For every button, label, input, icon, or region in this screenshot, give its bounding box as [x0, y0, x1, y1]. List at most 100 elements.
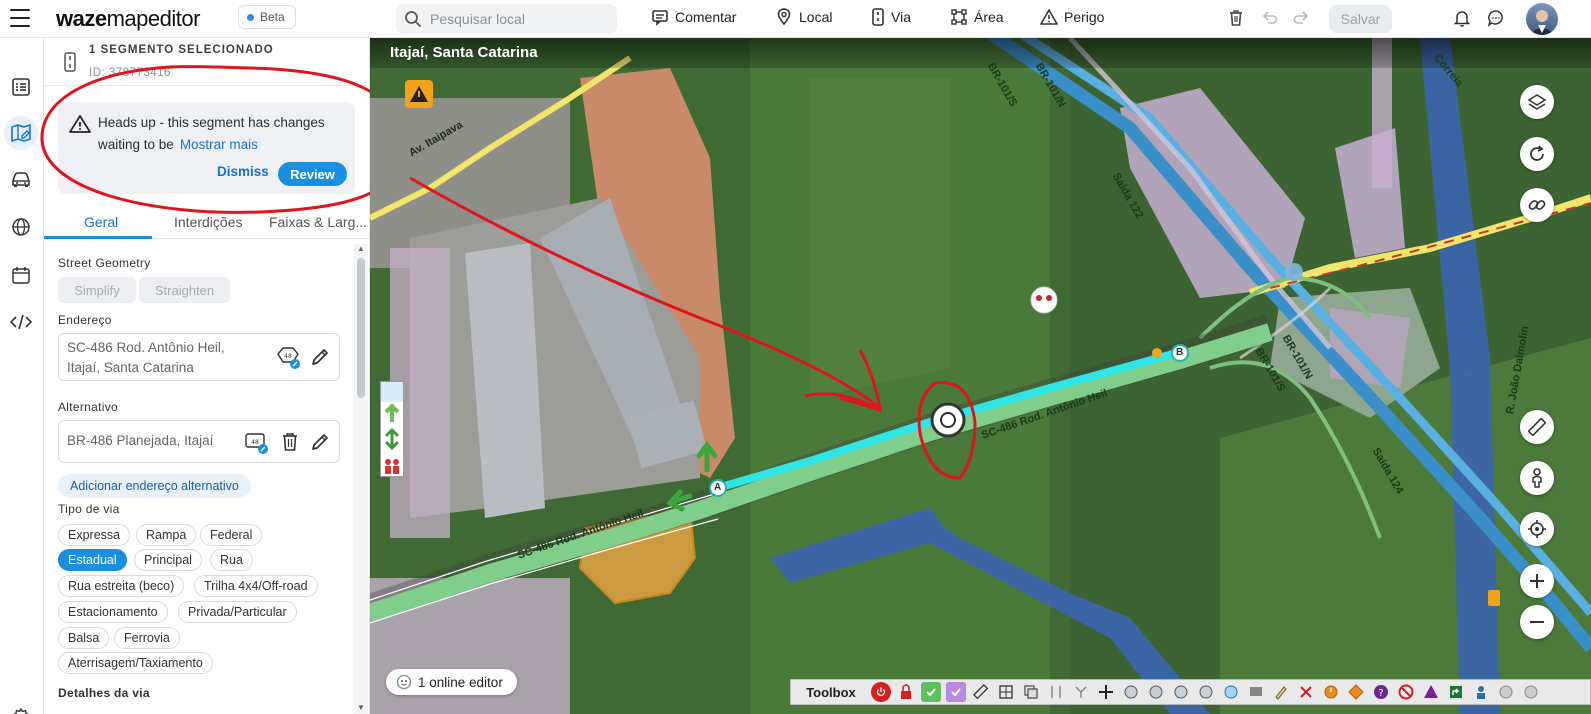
- warning-tool-icon[interactable]: [1421, 682, 1441, 702]
- road-type-chip[interactable]: Ferrovia: [114, 627, 180, 649]
- tab-general[interactable]: Geral: [84, 214, 118, 230]
- locate-me-button[interactable]: [1520, 512, 1554, 546]
- check-green-icon[interactable]: [921, 682, 941, 702]
- rail-item-drives[interactable]: [4, 162, 38, 196]
- power-icon[interactable]: [871, 682, 891, 702]
- user-avatar[interactable]: [1526, 3, 1558, 35]
- toolbox-bar: Toolbox ?: [790, 679, 1591, 705]
- search-input[interactable]: [430, 11, 610, 27]
- search-box[interactable]: [396, 4, 617, 34]
- rail-item-areas[interactable]: [4, 210, 38, 244]
- straighten-button[interactable]: Straighten: [139, 277, 230, 303]
- panel-scrollbar[interactable]: ▲ ▼: [354, 244, 368, 714]
- scroll-up-icon[interactable]: ▲: [357, 244, 365, 253]
- review-button[interactable]: Review: [278, 162, 347, 186]
- rail-item-events[interactable]: [4, 258, 38, 292]
- alt-shield-button[interactable]: 48: [244, 430, 268, 454]
- simplify-button[interactable]: Simplify: [58, 277, 136, 303]
- lock-icon[interactable]: [896, 682, 916, 702]
- no-entry-tool-icon[interactable]: [1396, 682, 1416, 702]
- notifications-button[interactable]: [1452, 8, 1472, 28]
- street-view-button[interactable]: [1520, 461, 1554, 495]
- undo-button[interactable]: [1259, 8, 1279, 28]
- check-purple-icon[interactable]: [946, 682, 966, 702]
- grid-tool-icon[interactable]: [996, 682, 1016, 702]
- show-more-link[interactable]: Mostrar mais: [180, 137, 258, 152]
- road-type-chip[interactable]: Rua: [210, 549, 253, 571]
- cross-tool-icon[interactable]: [1296, 682, 1316, 702]
- permalink-button[interactable]: [1520, 188, 1554, 222]
- comment-icon: [652, 10, 668, 26]
- fork-tool-icon[interactable]: [1071, 682, 1091, 702]
- road-type-chip[interactable]: Federal: [200, 524, 263, 546]
- beta-badge[interactable]: Beta: [238, 5, 296, 29]
- road-type-chip[interactable]: Privada/Particular: [178, 601, 297, 623]
- edit-address-button[interactable]: [308, 345, 332, 369]
- rail-item-scripts[interactable]: [4, 305, 38, 339]
- refresh-button[interactable]: [1520, 137, 1554, 171]
- trash-icon: [1230, 10, 1242, 26]
- measure-button[interactable]: [1520, 410, 1554, 444]
- map-canvas[interactable]: Itajaí, Santa Catarina SC-486 Rod. Antôn…: [370, 38, 1591, 714]
- delete-alt-button[interactable]: [278, 430, 302, 454]
- tab-closures[interactable]: Interdições: [174, 214, 242, 230]
- satellite-map[interactable]: [370, 38, 1591, 714]
- dismiss-button[interactable]: Dismiss: [217, 164, 269, 179]
- brush-tool-icon[interactable]: [1271, 682, 1291, 702]
- overflow-tool-2-icon[interactable]: [1521, 682, 1541, 702]
- rail-item-edit-map[interactable]: [4, 116, 38, 150]
- road-type-chip[interactable]: Aterrisagem/Taxiamento: [58, 652, 213, 674]
- road-type-chip[interactable]: Balsa: [58, 627, 110, 649]
- chat-button[interactable]: [1486, 8, 1506, 28]
- address-field[interactable]: SC-486 Rod. Antônio Heil, Itajaí, Santa …: [58, 333, 340, 381]
- area-button[interactable]: Área: [950, 8, 1004, 26]
- road-type-chip[interactable]: Trilha 4x4/Off-road: [194, 575, 318, 597]
- place-button[interactable]: Local: [775, 8, 832, 26]
- comment-button[interactable]: Comentar: [651, 8, 736, 26]
- hazard-button[interactable]: Perigo: [1040, 8, 1104, 26]
- question-tool-icon[interactable]: ?: [1371, 682, 1391, 702]
- road-type-chip[interactable]: Rampa: [136, 524, 197, 546]
- segment-direction-panel[interactable]: [380, 381, 404, 477]
- circle-tool-5-icon[interactable]: [1221, 682, 1241, 702]
- edit-alt-button[interactable]: [308, 430, 332, 454]
- menu-icon[interactable]: [10, 9, 30, 27]
- scrollbar-thumb[interactable]: [357, 258, 365, 398]
- road-type-chip-selected[interactable]: Estadual: [58, 549, 127, 571]
- circle-tool-icon[interactable]: [1121, 682, 1141, 702]
- turn-tool-icon[interactable]: [1446, 682, 1466, 702]
- alternative-name-field[interactable]: BR-486 Planejada, Itajaí 48: [58, 420, 340, 463]
- add-alternative-address-button[interactable]: Adicionar endereço alternativo: [58, 474, 251, 498]
- circle-tool-4-icon[interactable]: [1196, 682, 1216, 702]
- road-type-chip[interactable]: Rua estreita (beco): [58, 575, 185, 597]
- clock-tool-icon[interactable]: [1321, 682, 1341, 702]
- map-location-bar: Itajaí, Santa Catarina: [370, 38, 1591, 68]
- layers-button[interactable]: [1520, 85, 1554, 119]
- zoom-out-button[interactable]: [1520, 605, 1554, 639]
- rail-item-feed[interactable]: [4, 70, 38, 104]
- road-type-chip[interactable]: Expressa: [58, 524, 131, 546]
- zoom-in-button[interactable]: [1520, 564, 1554, 598]
- redo-button[interactable]: [1292, 8, 1312, 28]
- overflow-tool-icon[interactable]: [1496, 682, 1516, 702]
- save-button[interactable]: Salvar: [1329, 5, 1392, 33]
- road-type-chip[interactable]: Estacionamento: [58, 601, 168, 623]
- chat-tool-icon[interactable]: [1246, 682, 1266, 702]
- move-tool-icon[interactable]: [1096, 682, 1116, 702]
- route-shield-button[interactable]: 48: [276, 345, 300, 369]
- delete-button[interactable]: [1226, 8, 1246, 28]
- sign-tool-icon[interactable]: [1346, 682, 1366, 702]
- settings-button[interactable]: [10, 707, 32, 714]
- road-button[interactable]: Via: [871, 8, 911, 26]
- split-tool-icon[interactable]: [1046, 682, 1066, 702]
- road-type-chip[interactable]: Principal: [134, 549, 202, 571]
- circle-tool-3-icon[interactable]: [1171, 682, 1191, 702]
- copy-tool-icon[interactable]: [1021, 682, 1041, 702]
- scroll-down-icon[interactable]: ▼: [357, 703, 365, 712]
- tab-lanes[interactable]: Faixas & Larg...: [269, 214, 367, 230]
- ruler-tool-icon[interactable]: [971, 682, 991, 702]
- shield-edit-icon: 48: [277, 347, 300, 369]
- online-editors-pill[interactable]: 1 online editor: [386, 669, 517, 695]
- circle-tool-2-icon[interactable]: [1146, 682, 1166, 702]
- person-tool-icon[interactable]: [1471, 682, 1491, 702]
